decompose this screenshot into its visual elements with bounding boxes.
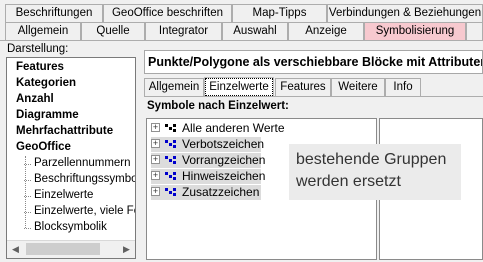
tree-node-label: Zusatzzeichen xyxy=(182,185,260,199)
symbol-group-icon xyxy=(165,156,176,164)
tab-beschriftungen[interactable]: Beschriftungen xyxy=(5,4,103,22)
scroll-right-icon[interactable]: ▶ xyxy=(118,241,135,257)
tab-verbindungen-beziehungen[interactable]: Verbindungen & Beziehungen xyxy=(327,4,483,22)
tab-integrator[interactable]: Integrator xyxy=(145,22,222,40)
darstellung-label: Darstellung: xyxy=(7,43,69,55)
tree-node-vorrangzeichen[interactable]: + Vorrangzeichen xyxy=(151,153,265,168)
tree-connector xyxy=(25,156,26,228)
tab-geooffice-beschriften[interactable]: GeoOffice beschriften xyxy=(103,4,232,22)
list-item-blocksymbolik[interactable]: Blocksymbolik xyxy=(24,221,107,233)
list-item-einzelwerte-viele-felder[interactable]: Einzelwerte, viele Felder xyxy=(23,205,135,217)
tree-node-label: Vorrangzeichen xyxy=(182,153,266,167)
tab-allgemein[interactable]: Allgemein xyxy=(5,22,81,40)
tree-node-hinweiszeichen[interactable]: + Hinweiszeichen xyxy=(151,169,265,184)
renderer-title: Punkte/Polygone als verschiebbare Blöcke… xyxy=(144,50,483,74)
list-item-kategorien[interactable]: Kategorien xyxy=(16,77,76,89)
list-item-einzelwerte[interactable]: Einzelwerte xyxy=(23,189,93,201)
inner-tab-weitere[interactable]: Weitere xyxy=(331,78,385,96)
inner-tab-allgemein[interactable]: Allgemein xyxy=(144,78,204,96)
list-item-features[interactable]: Features xyxy=(16,61,64,73)
tab-quelle[interactable]: Quelle xyxy=(81,22,145,40)
list-item-mehrfachattribute[interactable]: Mehrfachattribute xyxy=(16,125,113,137)
tree-node-label: Hinweiszeichen xyxy=(182,169,266,183)
tab-symbolisierung[interactable]: Symbolisierung xyxy=(364,22,466,40)
tree-node-label: Alle anderen Werte xyxy=(182,121,285,135)
symbol-group-icon xyxy=(165,188,176,196)
inner-tab-features[interactable]: Features xyxy=(275,78,331,96)
expand-icon[interactable]: + xyxy=(151,187,160,196)
scroll-left-icon[interactable]: ◀ xyxy=(7,241,24,257)
tab-map-tipps[interactable]: Map-Tipps xyxy=(232,4,327,22)
scroll-thumb[interactable] xyxy=(26,243,100,255)
inner-tab-divider xyxy=(144,96,483,97)
expand-icon[interactable]: + xyxy=(151,155,160,164)
expand-icon[interactable]: + xyxy=(151,139,160,148)
list-item-diagramme[interactable]: Diagramme xyxy=(16,109,79,121)
horizontal-scrollbar[interactable]: ◀ ▶ xyxy=(7,240,135,258)
inner-tab-info[interactable]: Info xyxy=(385,78,421,96)
expand-icon[interactable]: + xyxy=(151,171,160,180)
darstellung-list[interactable]: Features Kategorien Anzahl Diagramme Meh… xyxy=(6,57,136,259)
list-item-geooffice[interactable]: GeoOffice xyxy=(16,141,71,153)
tab-auswahl[interactable]: Auswahl xyxy=(222,22,288,40)
tree-node-alle-anderen-werte[interactable]: + Alle anderen Werte xyxy=(151,121,285,136)
symbol-group-icon xyxy=(165,140,176,148)
list-item-parzellennummern[interactable]: Parzellennummern xyxy=(24,157,131,169)
tab-divider xyxy=(0,40,483,41)
tree-node-label: Verbotszeichen xyxy=(182,137,265,151)
tab-anzeige[interactable]: Anzeige xyxy=(288,22,364,40)
symbol-group-icon xyxy=(165,172,176,180)
expand-icon[interactable]: + xyxy=(151,123,160,132)
inner-tab-einzelwerte[interactable]: Einzelwerte xyxy=(204,77,274,97)
annotation-note: bestehende Gruppen werden ersetzt xyxy=(289,144,461,200)
tree-node-zusatzzeichen[interactable]: + Zusatzzeichen xyxy=(151,185,261,200)
list-item-beschriftungssymbolik[interactable]: Beschriftungssymbolik xyxy=(23,173,135,185)
tree-node-verbotszeichen[interactable]: + Verbotszeichen xyxy=(151,137,265,152)
symbols-label: Symbole nach Einzelwert: xyxy=(147,100,289,112)
tab-overflow[interactable] xyxy=(466,22,483,40)
symbol-group-icon xyxy=(165,124,176,132)
list-item-anzahl[interactable]: Anzahl xyxy=(16,93,54,105)
